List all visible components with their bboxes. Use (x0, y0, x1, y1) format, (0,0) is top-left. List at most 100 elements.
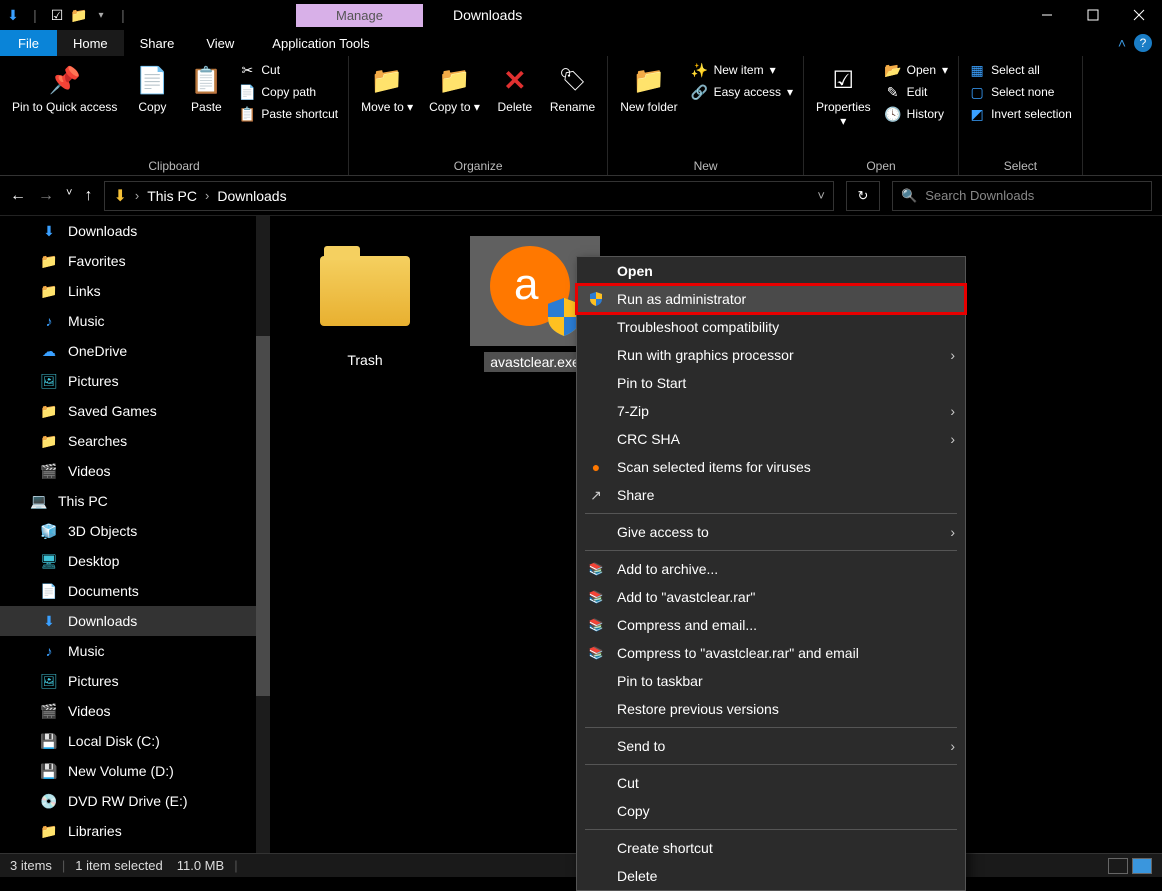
sidebar-item-music[interactable]: ♪Music (0, 306, 270, 336)
open-button[interactable]: 📂Open ▾ (881, 60, 952, 80)
large-icons-view-button[interactable] (1132, 858, 1152, 874)
sidebar-item-desktop[interactable]: 🖥Desktop (0, 546, 270, 576)
sidebar-item-3d-objects[interactable]: 🧊3D Objects (0, 516, 270, 546)
history-button[interactable]: 🕓History (881, 104, 952, 124)
paste-shortcut-button[interactable]: 📋Paste shortcut (235, 104, 342, 124)
new-folder-button[interactable]: 📁 New folder (614, 60, 683, 157)
pin-quick-access-button[interactable]: 📌 Pin to Quick access (6, 60, 123, 157)
cut-button[interactable]: ✂Cut (235, 60, 342, 80)
select-none-button[interactable]: ▢Select none (965, 82, 1076, 102)
sidebar-item-videos[interactable]: 🎬Videos (0, 696, 270, 726)
select-all-button[interactable]: ▦Select all (965, 60, 1076, 80)
easy-access-button[interactable]: 🔗Easy access ▾ (688, 82, 797, 102)
up-button[interactable]: ↑ (84, 187, 92, 205)
sidebar-item-downloads[interactable]: ⬇Downloads (0, 216, 270, 246)
context-menu-restore-previous-versions[interactable]: Restore previous versions (577, 695, 965, 723)
sidebar-item-links[interactable]: 📁Links (0, 276, 270, 306)
folder-icon: 📁 (40, 432, 58, 450)
refresh-button[interactable]: ↻ (846, 181, 880, 211)
context-menu-give-access-to[interactable]: Give access to› (577, 518, 965, 546)
address-bar[interactable]: ⬇ › This PC › Downloads ˅ (104, 181, 834, 211)
down-arrow-icon[interactable]: ⬇ (4, 6, 22, 24)
tab-application-tools[interactable]: Application Tools (256, 30, 385, 56)
new-item-button[interactable]: ✨New item ▾ (688, 60, 797, 80)
tab-file[interactable]: File (0, 30, 57, 56)
sidebar-item-local-disk-c-[interactable]: 💾Local Disk (C:) (0, 726, 270, 756)
sidebar-item-searches[interactable]: 📁Searches (0, 426, 270, 456)
sidebar-item-this-pc[interactable]: 💻This PC (0, 486, 270, 516)
scrollbar-thumb[interactable] (256, 336, 270, 696)
delete-button[interactable]: ✕ Delete (490, 60, 540, 157)
forward-button[interactable]: → (38, 187, 54, 205)
context-menu-compress-and-email-[interactable]: 📚Compress and email... (577, 611, 965, 639)
sidebar-item-downloads[interactable]: ⬇Downloads (0, 606, 270, 636)
properties-icon[interactable]: ☑ (48, 6, 66, 24)
minimize-button[interactable] (1024, 0, 1070, 30)
context-menu-add-to-archive-[interactable]: 📚Add to archive... (577, 555, 965, 583)
crumb-this-pc[interactable]: This PC (147, 188, 197, 204)
tab-view[interactable]: View (190, 30, 250, 56)
back-button[interactable]: ← (10, 187, 26, 205)
sidebar-item-onedrive[interactable]: ☁OneDrive (0, 336, 270, 366)
properties-button[interactable]: ☑ Properties▾ (810, 60, 877, 157)
dropdown-icon[interactable]: ▾ (92, 6, 110, 24)
file-label: avastclear.exe (484, 352, 586, 372)
file-item-trash[interactable]: Trash (300, 236, 430, 372)
folder-icon[interactable]: 📁 (70, 6, 88, 24)
context-menu-delete[interactable]: Delete (577, 862, 965, 890)
copy-path-button[interactable]: 📄Copy path (235, 82, 342, 102)
sidebar-item-pictures[interactable]: 🖼Pictures (0, 666, 270, 696)
context-menu-run-as-administrator[interactable]: Run as administrator (577, 285, 965, 313)
chevron-right-icon[interactable]: › (135, 188, 139, 203)
context-menu-crc-sha[interactable]: CRC SHA› (577, 425, 965, 453)
maximize-button[interactable] (1070, 0, 1116, 30)
address-dropdown[interactable]: ˅ (817, 188, 825, 203)
sidebar-item-videos[interactable]: 🎬Videos (0, 456, 270, 486)
context-menu-run-with-graphics-processor[interactable]: Run with graphics processor› (577, 341, 965, 369)
move-to-button[interactable]: 📁 Move to ▾ (355, 60, 419, 157)
contextual-tab-manage[interactable]: Manage (296, 4, 423, 27)
navigation-pane[interactable]: ⬇Downloads📁Favorites📁Links♪Music☁OneDriv… (0, 216, 270, 853)
sidebar-item-pictures[interactable]: 🖼Pictures (0, 366, 270, 396)
context-menu-create-shortcut[interactable]: Create shortcut (577, 834, 965, 862)
context-menu-send-to[interactable]: Send to› (577, 732, 965, 760)
sidebar-item-favorites[interactable]: 📁Favorites (0, 246, 270, 276)
sidebar-item-music[interactable]: ♪Music (0, 636, 270, 666)
sidebar-item-dvd-rw-drive-e-[interactable]: 💿DVD RW Drive (E:) (0, 786, 270, 816)
edit-button[interactable]: ✎Edit (881, 82, 952, 102)
copy-button[interactable]: 📄 Copy (127, 60, 177, 157)
help-icon[interactable]: ? (1134, 34, 1152, 52)
context-menu-label: Cut (617, 775, 639, 791)
tab-home[interactable]: Home (57, 30, 124, 56)
chevron-right-icon[interactable]: › (205, 188, 209, 203)
crumb-downloads[interactable]: Downloads (217, 188, 286, 204)
collapse-ribbon-icon[interactable]: ˄ (1118, 35, 1126, 51)
sidebar-item-documents[interactable]: 📄Documents (0, 576, 270, 606)
context-menu-share[interactable]: ↗Share (577, 481, 965, 509)
sidebar-item-label: Pictures (68, 673, 119, 689)
group-new-label: New (614, 157, 797, 173)
tab-share[interactable]: Share (124, 30, 191, 56)
context-menu-copy[interactable]: Copy (577, 797, 965, 825)
rename-button[interactable]: 🏷 Rename (544, 60, 601, 157)
context-menu-cut[interactable]: Cut (577, 769, 965, 797)
context-menu-compress-to-avastclear-rar-and-email[interactable]: 📚Compress to "avastclear.rar" and email (577, 639, 965, 667)
close-button[interactable] (1116, 0, 1162, 30)
context-menu-7-zip[interactable]: 7-Zip› (577, 397, 965, 425)
context-menu-pin-to-start[interactable]: Pin to Start (577, 369, 965, 397)
paste-button[interactable]: 📋 Paste (181, 60, 231, 157)
details-view-button[interactable] (1108, 858, 1128, 874)
sidebar-item-new-volume-d-[interactable]: 💾New Volume (D:) (0, 756, 270, 786)
copy-to-button[interactable]: 📁 Copy to ▾ (423, 60, 486, 157)
download-icon: ⬇ (40, 222, 58, 240)
search-input[interactable]: 🔍 Search Downloads (892, 181, 1152, 211)
context-menu-pin-to-taskbar[interactable]: Pin to taskbar (577, 667, 965, 695)
context-menu-add-to-avastclear-rar-[interactable]: 📚Add to "avastclear.rar" (577, 583, 965, 611)
context-menu-scan-selected-items-for-viruses[interactable]: ●Scan selected items for viruses (577, 453, 965, 481)
context-menu-troubleshoot-compatibility[interactable]: Troubleshoot compatibility (577, 313, 965, 341)
context-menu-open[interactable]: Open (577, 257, 965, 285)
invert-selection-button[interactable]: ◩Invert selection (965, 104, 1076, 124)
recent-dropdown[interactable]: ˅ (66, 187, 72, 205)
sidebar-item-saved-games[interactable]: 📁Saved Games (0, 396, 270, 426)
sidebar-item-libraries[interactable]: 📁Libraries (0, 816, 270, 846)
